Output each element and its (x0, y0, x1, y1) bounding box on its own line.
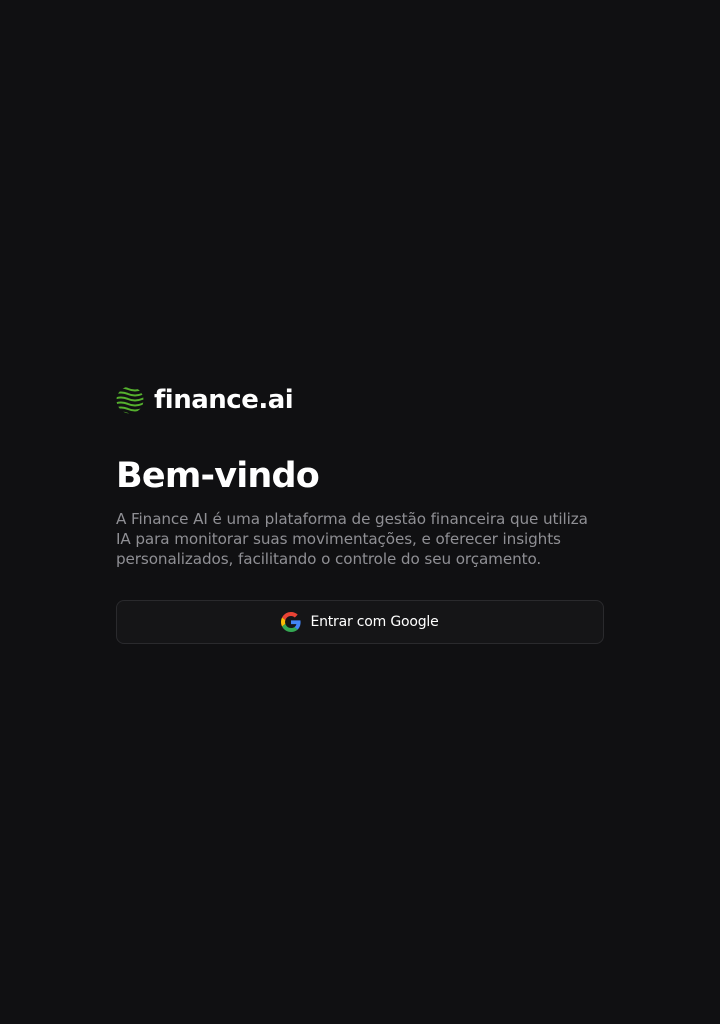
brand-name: finance.ai (154, 385, 294, 415)
green-waves-icon (116, 386, 144, 414)
google-button-label: Entrar com Google (310, 614, 439, 630)
google-login-button[interactable]: Entrar com Google (116, 600, 604, 644)
page-title: Bem-vindo (116, 456, 320, 496)
brand: finance.ai (116, 384, 604, 416)
google-icon (281, 612, 302, 632)
login-panel: finance.ai Bem-vindo A Finance AI é uma … (116, 384, 604, 644)
welcome-description: A Finance AI é uma plataforma de gestão … (116, 510, 588, 568)
